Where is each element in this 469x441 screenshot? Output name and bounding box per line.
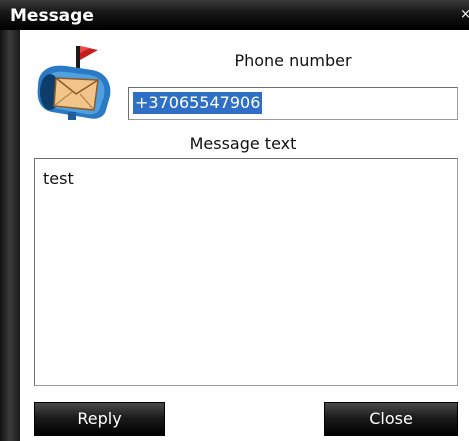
message-text-label: Message text [189,134,297,153]
close-button[interactable]: Close [324,402,458,436]
window-left-frame [0,30,20,441]
close-window-icon[interactable]: × [460,8,469,22]
phone-number-input[interactable]: +37065547906 [128,87,458,120]
message-text-area[interactable]: test [34,158,458,386]
reply-button[interactable]: Reply [34,402,165,436]
phone-number-value[interactable]: +37065547906 [133,92,263,114]
title-bar[interactable]: Message × [0,0,469,30]
window-title: Message [10,6,94,26]
message-window: Message × Phone number +37065547906 Mess… [0,0,469,441]
phone-number-label: Phone number [234,51,352,70]
mailbox-icon [37,46,111,120]
